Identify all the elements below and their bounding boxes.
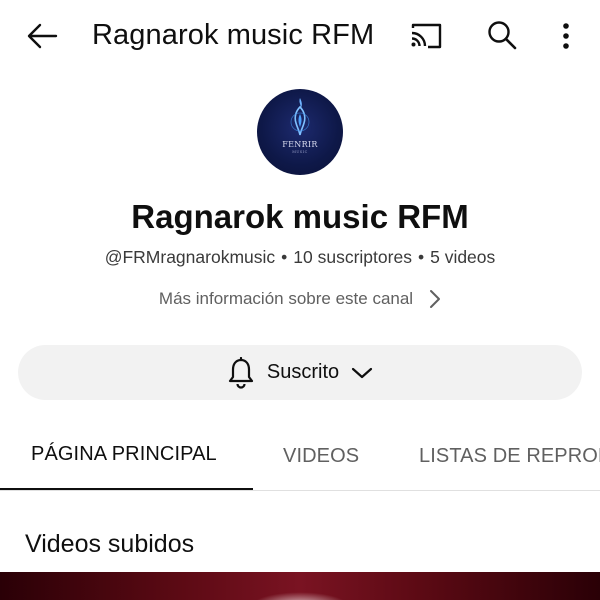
app-bar: Ragnarok music RFM <box>0 0 600 72</box>
avatar-logo-subtext: MUSIC <box>292 150 308 154</box>
channel-avatar[interactable]: FENRIR MUSIC <box>257 89 343 175</box>
more-vert-icon <box>563 23 569 49</box>
bell-icon <box>228 356 253 389</box>
tab-videos[interactable]: VIDEOS <box>283 421 359 490</box>
wolf-logo-icon <box>290 98 310 136</box>
chevron-right-icon <box>429 289 441 309</box>
more-info-link[interactable]: Más información sobre este canal <box>0 289 600 309</box>
tab-home[interactable]: PÁGINA PRINCIPAL <box>0 421 253 490</box>
cast-icon <box>411 23 442 49</box>
search-icon <box>488 21 517 50</box>
separator-dot: • <box>417 247 425 267</box>
video-thumbnail[interactable] <box>0 572 600 600</box>
subscriber-count: 10 suscriptores <box>293 247 412 267</box>
video-count: 5 videos <box>430 247 496 267</box>
channel-meta: @FRMragnarokmusic • 10 suscriptores • 5 vide… <box>0 247 600 268</box>
channel-name: Ragnarok music RFM <box>131 198 469 235</box>
subscribed-button[interactable]: Suscrito <box>18 345 582 400</box>
page-title: Ragnarok music RFM <box>92 19 375 51</box>
channel-tabs: PÁGINA PRINCIPAL VIDEOS LISTAS DE REPROD… <box>0 421 600 491</box>
cast-button[interactable] <box>406 18 446 54</box>
more-options-button[interactable] <box>550 16 582 56</box>
search-button[interactable] <box>482 16 522 54</box>
arrow-left-icon <box>27 23 58 49</box>
tab-playlists[interactable]: LISTAS DE REPRODUCCIÓN <box>419 421 600 490</box>
section-title-uploads: Videos subidos <box>25 530 195 558</box>
chevron-down-icon <box>352 367 373 378</box>
thumbnail-highlight <box>250 592 350 600</box>
back-button[interactable] <box>22 18 62 54</box>
separator-dot: • <box>281 247 288 267</box>
more-info-label: Más información sobre este canal <box>158 289 414 308</box>
avatar-logo-text: FENRIR <box>282 140 318 149</box>
subscribed-label: Suscrito <box>266 361 340 383</box>
channel-handle: @FRMragnarokmusic <box>104 247 276 267</box>
